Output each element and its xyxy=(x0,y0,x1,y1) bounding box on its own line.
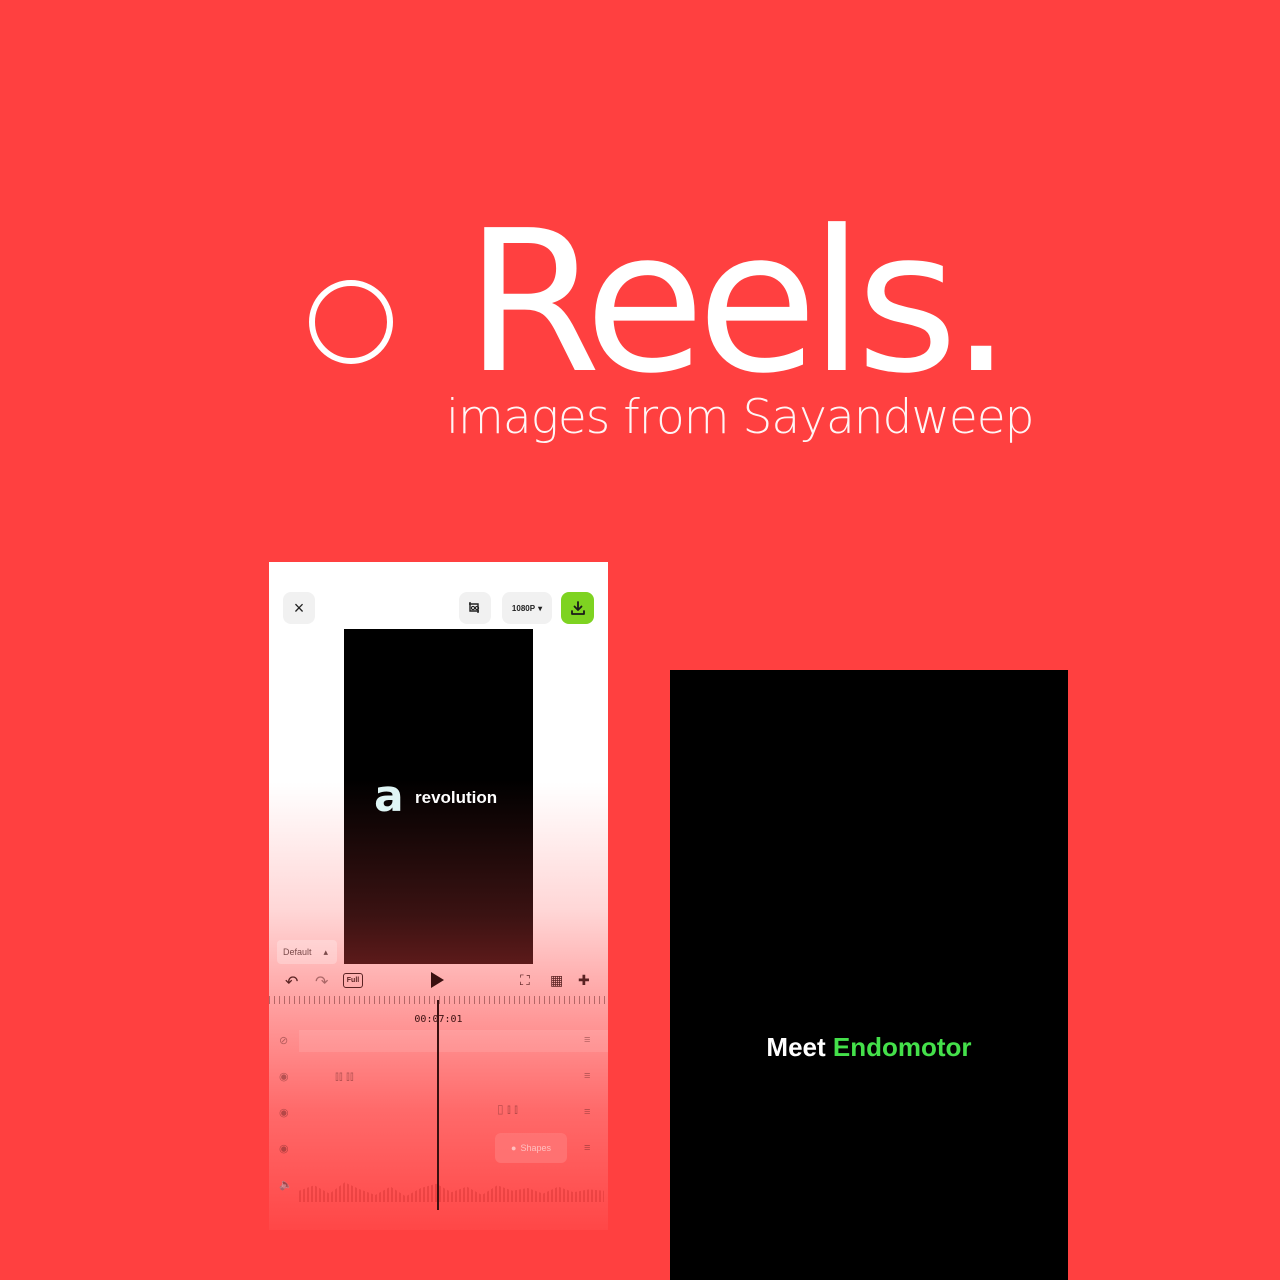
crop-button[interactable] xyxy=(459,592,491,624)
drag-handle-icon[interactable]: ≡ xyxy=(584,1106,590,1118)
track-row xyxy=(299,1030,608,1052)
hero-circle-icon xyxy=(309,280,393,364)
export-button[interactable] xyxy=(561,592,594,624)
shapes-icon: ● xyxy=(511,1143,517,1153)
shapes-clip[interactable]: ● Shapes xyxy=(495,1133,567,1163)
undo-icon[interactable]: ↶ xyxy=(285,972,298,992)
reel-preview-endomotor: Meet Endomotor xyxy=(670,670,1068,1280)
redo-icon[interactable]: ↷ xyxy=(315,972,328,992)
keyframe-icon: ▯ ⫾ ⫾ xyxy=(497,1102,518,1116)
drag-handle-icon[interactable]: ≡ xyxy=(584,1070,590,1082)
chevron-down-icon: ▾ xyxy=(538,603,543,613)
full-button[interactable]: Full xyxy=(343,973,363,988)
default-dropdown[interactable]: Default ▴ xyxy=(277,940,337,964)
hero-subtitle: images from Sayandweep xyxy=(446,390,1034,445)
drag-handle-icon[interactable]: ≡ xyxy=(584,1142,590,1154)
close-button[interactable]: × xyxy=(283,592,315,624)
keyframe-icon: ⫾⫾ ⫾⫾ xyxy=(335,1069,354,1083)
volume-icon[interactable]: 🔈 xyxy=(279,1178,293,1191)
chevron-up-icon: ▴ xyxy=(323,946,329,957)
fit-icon[interactable]: ⛶ xyxy=(520,972,530,989)
preview-logo: a xyxy=(374,771,404,822)
reel2-prefix: Meet xyxy=(766,1032,826,1062)
hero-title: Reels. xyxy=(465,189,1012,417)
video-preview: a revolution xyxy=(344,629,533,964)
video-editor-mockup: × 1080P ▾ a revolution Default ▴ ↶ ↷ Ful… xyxy=(269,562,608,1230)
eye-icon[interactable]: ◉ xyxy=(279,1070,289,1083)
close-icon: × xyxy=(293,597,305,618)
add-marker-icon[interactable]: ✚ xyxy=(578,972,590,989)
preview-text: revolution xyxy=(415,788,498,807)
audio-waveform xyxy=(299,1182,604,1202)
playhead[interactable] xyxy=(437,1000,439,1210)
eye-icon[interactable]: ◉ xyxy=(279,1106,289,1119)
play-button[interactable] xyxy=(431,972,444,988)
reel2-brand: Endomotor xyxy=(832,1032,972,1062)
shapes-label: Shapes xyxy=(520,1143,551,1153)
resolution-label: 1080P xyxy=(511,603,536,613)
default-label: Default xyxy=(283,947,312,957)
grid-icon[interactable]: ▦ xyxy=(550,972,563,989)
reel2-headline: Meet Endomotor xyxy=(670,1032,1068,1063)
eye-icon[interactable]: ◉ xyxy=(279,1142,289,1155)
hidden-eye-icon[interactable]: ⊘ xyxy=(279,1034,288,1047)
drag-handle-icon[interactable]: ≡ xyxy=(584,1034,590,1046)
crop-icon xyxy=(469,602,480,613)
download-icon xyxy=(570,601,585,615)
resolution-select[interactable]: 1080P ▾ xyxy=(502,592,552,624)
